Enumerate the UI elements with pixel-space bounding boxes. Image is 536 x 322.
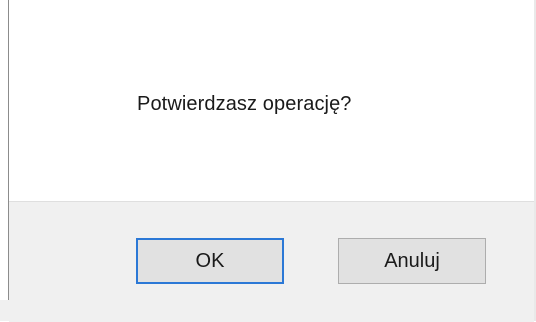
cancel-button[interactable]: Anuluj xyxy=(338,238,486,284)
ok-button[interactable]: OK xyxy=(136,238,284,284)
dialog-button-bar: OK Anuluj xyxy=(9,201,534,322)
confirmation-dialog: Potwierdzasz operację? OK Anuluj xyxy=(0,0,536,322)
dialog-message: Potwierdzasz operację? xyxy=(137,93,352,115)
dialog-content-area: Potwierdzasz operację? xyxy=(9,0,534,201)
dialog-bottom-left-corner xyxy=(0,300,9,321)
